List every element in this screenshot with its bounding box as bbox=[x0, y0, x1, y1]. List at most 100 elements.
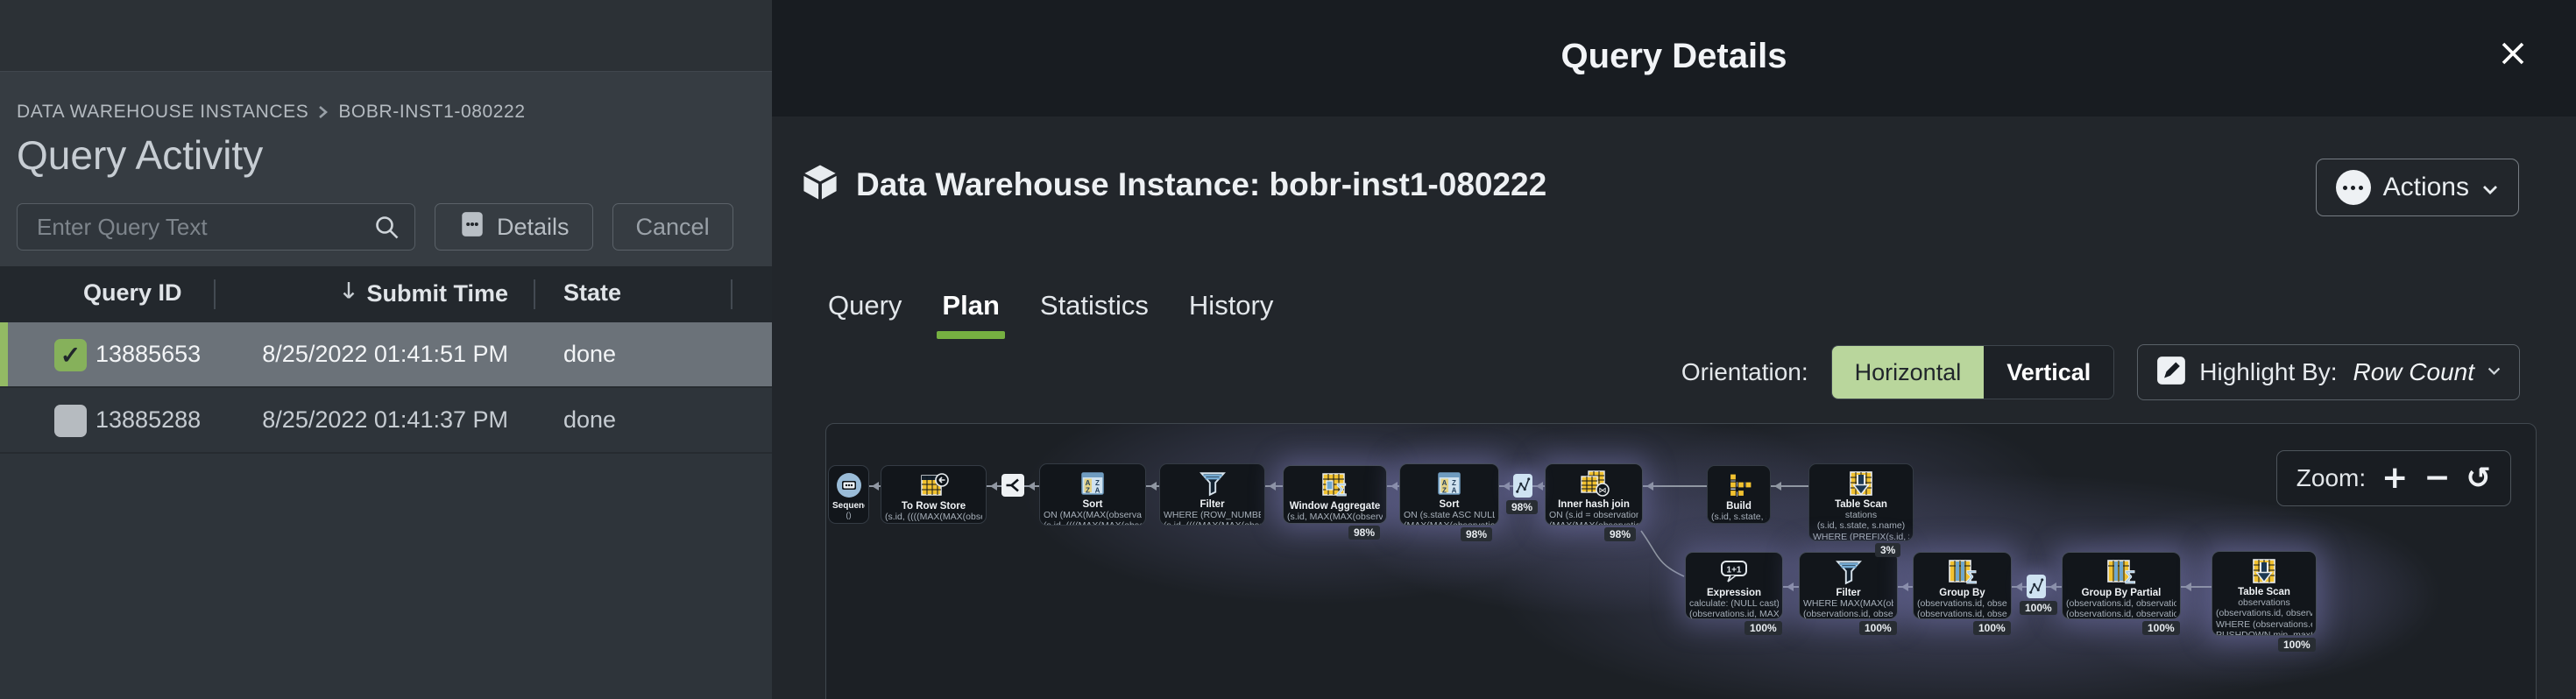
zoom-out-button[interactable]: − bbox=[2424, 462, 2450, 494]
inner-hash-join-icon: ⋈ bbox=[1549, 470, 1638, 498]
svg-text:Z: Z bbox=[1442, 487, 1447, 495]
plan-node-title: Table Scan bbox=[1813, 499, 1909, 510]
orientation-vertical-button[interactable]: Vertical bbox=[1984, 346, 2113, 399]
details-button[interactable]: Details bbox=[435, 203, 593, 251]
plan-node-detail: (observations.id, observations.year… bbox=[2216, 608, 2312, 618]
ellipsis-icon bbox=[2336, 170, 2371, 205]
column-header-state[interactable]: State bbox=[563, 279, 621, 307]
plan-node-title: Sequence bbox=[832, 501, 865, 511]
svg-text:A: A bbox=[1452, 487, 1457, 495]
plan-node-to-row-store[interactable]: To Row Store(s.id, ((((MAX(MAX(observati… bbox=[881, 465, 987, 524]
table-row[interactable]: 13885288 8/25/2022 01:41:37 PM done bbox=[0, 388, 772, 454]
group-by-icon: Σ bbox=[1917, 558, 2007, 586]
actions-button[interactable]: Actions bbox=[2316, 159, 2519, 216]
row-checkbox-checked[interactable]: ✓ bbox=[54, 339, 87, 371]
orientation-horizontal-button[interactable]: Horizontal bbox=[1832, 346, 1985, 399]
plan-edge bbox=[987, 485, 1001, 487]
plan-node-detail: (s.id, s.state, s.name) bbox=[1711, 512, 1766, 522]
cube-icon bbox=[800, 162, 840, 207]
plan-node-group-by-partial[interactable]: ΣGroup By Partial(observations.id, obser… bbox=[2062, 552, 2181, 619]
cancel-button[interactable]: Cancel bbox=[612, 203, 733, 251]
column-header-submit-time[interactable]: Submit Time bbox=[214, 279, 508, 308]
breadcrumb-root[interactable]: DATA WAREHOUSE INSTANCES bbox=[17, 102, 308, 123]
row-count-badge: 3% bbox=[1875, 543, 1900, 557]
row-count-badge: 100% bbox=[2020, 601, 2057, 615]
cell-submit-time: 8/25/2022 01:41:51 PM bbox=[214, 341, 508, 368]
search-input[interactable] bbox=[17, 203, 415, 251]
window-aggregate-icon: Σ bbox=[1287, 471, 1383, 499]
tab-plan[interactable]: Plan bbox=[942, 290, 999, 339]
zoom-controls: Zoom: + − ↺ bbox=[2276, 450, 2511, 506]
svg-text:1+1: 1+1 bbox=[1727, 566, 1742, 575]
row-count-badge: 100% bbox=[1859, 621, 1897, 635]
column-divider bbox=[534, 279, 535, 309]
plan-edge bbox=[2181, 586, 2212, 588]
plan-node-detail: (MAX(MAX(observations.data_valu… bbox=[1404, 520, 1495, 526]
plan-node-group-by[interactable]: ΣGroup By(observations.id, observations.… bbox=[1913, 552, 2012, 619]
plan-edge bbox=[1532, 485, 1545, 487]
highlight-by-dropdown[interactable]: Highlight By: Row Count bbox=[2137, 344, 2520, 400]
plan-node-expression[interactable]: 1+1Expressioncalculate: (NULL cast)(obse… bbox=[1685, 552, 1783, 619]
check-icon: ✓ bbox=[60, 343, 81, 368]
plan-node-detail: WHERE (ROW_NUMBER() OVER (PA… bbox=[1164, 510, 1261, 520]
svg-text:Σ: Σ bbox=[1335, 481, 1346, 499]
plan-operator-exchange-icon[interactable] bbox=[1513, 474, 1532, 498]
sequence-icon bbox=[832, 471, 865, 499]
orientation-label: Orientation: bbox=[1681, 358, 1808, 386]
plan-node-detail: (s.id, ((((MAX(MAX(observations.dat… bbox=[1044, 520, 1142, 526]
plan-node-title: Sort bbox=[1044, 499, 1142, 510]
highlight-by-value: Row Count bbox=[2353, 358, 2474, 386]
to-row-store-icon bbox=[885, 471, 982, 499]
highlight-by-label: Highlight By: bbox=[2199, 358, 2337, 386]
tab-query[interactable]: Query bbox=[828, 290, 902, 339]
plan-node-sequence[interactable]: Sequence() bbox=[828, 465, 869, 524]
close-icon[interactable] bbox=[2490, 32, 2536, 77]
instance-title: Data Warehouse Instance: bobr-inst1-0802… bbox=[856, 166, 1546, 203]
plan-operator-merge-icon[interactable] bbox=[1001, 474, 1024, 497]
plan-edge bbox=[1783, 586, 1799, 588]
highlight-edit-icon bbox=[2155, 355, 2187, 391]
tab-statistics[interactable]: Statistics bbox=[1040, 290, 1149, 339]
zoom-reset-icon[interactable]: ↺ bbox=[2466, 463, 2492, 493]
plan-edge bbox=[1265, 485, 1283, 487]
plan-operator-exchange-icon[interactable] bbox=[2027, 575, 2046, 598]
sort-icon: AZZA bbox=[1404, 470, 1495, 498]
zoom-in-button[interactable]: + bbox=[2381, 462, 2408, 494]
cell-state: done bbox=[563, 341, 616, 368]
page: DATA WAREHOUSE INSTANCES BOBR-INST1-0802… bbox=[0, 0, 2576, 699]
row-checkbox-unchecked[interactable] bbox=[54, 405, 87, 437]
instance-heading: Data Warehouse Instance: bobr-inst1-0802… bbox=[800, 162, 1546, 207]
cell-state: done bbox=[563, 406, 616, 434]
plan-node-detail: PUSHDOWN min_max(observation… bbox=[2216, 630, 2312, 636]
plan-node-filter[interactable]: FilterWHERE (ROW_NUMBER() OVER (PA…(s.id… bbox=[1159, 463, 1265, 526]
plan-node-sort[interactable]: AZZASortON (MAX(MAX(observations.data_v…… bbox=[1039, 463, 1146, 526]
plan-node-inner-hash-join[interactable]: ⋈Inner hash joinON (s.id = observations.… bbox=[1545, 463, 1643, 526]
plan-canvas[interactable]: Zoom: + − ↺ Sequence() To Row Store(s.id,… bbox=[825, 423, 2537, 699]
sort-icon: AZZA bbox=[1044, 470, 1142, 498]
plan-node-detail: (observations.id, MAX(MAX(observ… bbox=[1689, 609, 1779, 619]
plan-node-window-aggregate[interactable]: ΣWindow Aggregate(s.id, MAX(MAX(observat… bbox=[1283, 465, 1387, 524]
svg-text:Σ: Σ bbox=[2125, 568, 2136, 586]
plan-node-filter[interactable]: FilterWHERE MAX(MAX(observations.dat…(ob… bbox=[1799, 552, 1898, 619]
plan-node-table-scan[interactable]: Table Scanstations(s.id, s.state, s.name… bbox=[1808, 463, 1914, 541]
table-row[interactable]: ✓ 13885653 8/25/2022 01:41:51 PM done bbox=[0, 322, 772, 388]
plan-node-title: Window Aggregate bbox=[1287, 501, 1383, 512]
plan-node-table-scan[interactable]: Table Scanobservations(observations.id, … bbox=[2212, 551, 2317, 636]
svg-text:Σ: Σ bbox=[1965, 568, 1977, 586]
selected-row-indicator bbox=[0, 322, 8, 386]
sort-descending-icon bbox=[340, 279, 357, 308]
plan-node-build[interactable]: Build(s.id, s.state, s.name) bbox=[1707, 465, 1771, 524]
plan-node-detail: stations bbox=[1813, 510, 1909, 520]
plan-node-detail: (observations.id, observations.year… bbox=[2066, 598, 2176, 609]
column-header-query-id[interactable]: Query ID bbox=[83, 279, 182, 307]
plan-node-title: Table Scan bbox=[2216, 587, 2312, 597]
plan-node-sort[interactable]: AZZASortON (s.state ASC NULLS LAST , MAX… bbox=[1399, 463, 1499, 526]
plan-node-detail: (s.id, s.state, s.name) bbox=[1813, 520, 1909, 531]
row-count-badge: 100% bbox=[2278, 638, 2316, 652]
row-count-badge: 98% bbox=[1604, 527, 1636, 541]
tab-history[interactable]: History bbox=[1189, 290, 1273, 339]
breadcrumb-current: BOBR-INST1-080222 bbox=[338, 102, 525, 123]
plan-edge bbox=[2046, 586, 2062, 588]
plan-node-detail: observations bbox=[2216, 597, 2312, 608]
cell-submit-time: 8/25/2022 01:41:37 PM bbox=[214, 406, 508, 434]
